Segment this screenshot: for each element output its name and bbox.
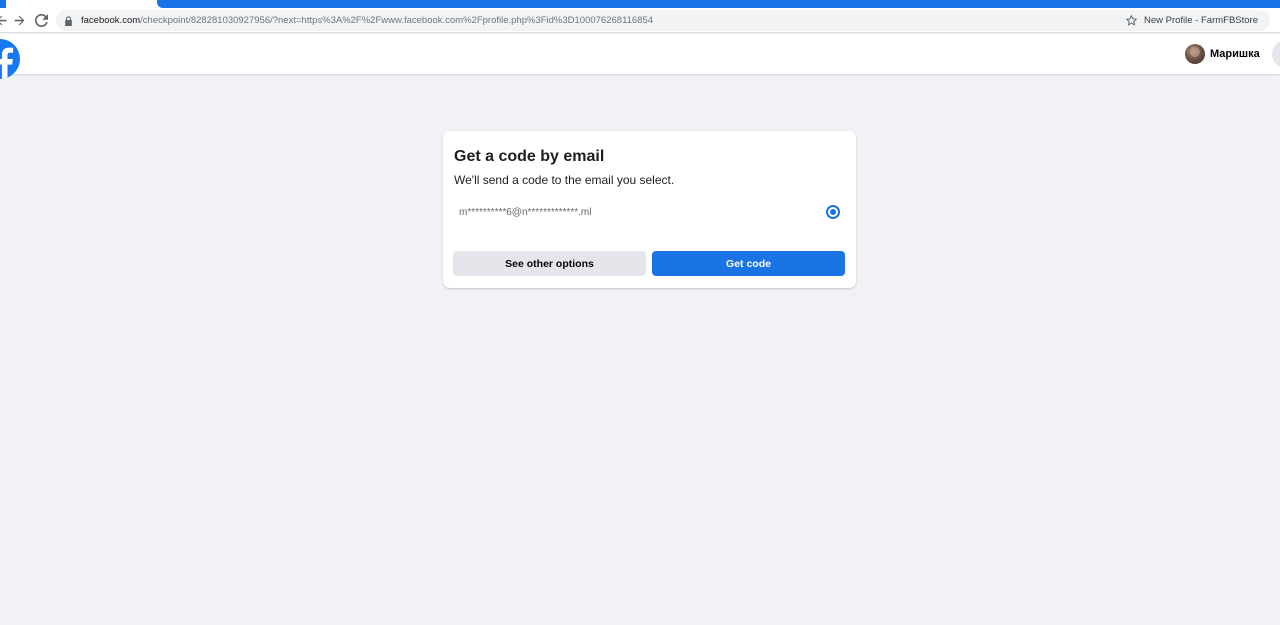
email-option[interactable]: m**********6@n*************.ml — [453, 199, 846, 225]
reload-button[interactable] — [32, 11, 50, 29]
browser-toolbar: facebook.com/checkpoint/828281030927956/… — [0, 8, 1280, 33]
header-menu-button[interactable] — [1272, 40, 1280, 68]
browser-tabstrip — [0, 0, 1280, 8]
star-icon[interactable] — [1125, 14, 1139, 28]
active-tab-edge[interactable] — [0, 0, 6, 8]
url-text[interactable]: facebook.com/checkpoint/828281030927956/… — [81, 15, 1125, 26]
arrow-left-icon — [0, 15, 6, 25]
inactive-tab-band[interactable] — [157, 0, 1280, 8]
avatar[interactable] — [1185, 44, 1205, 64]
url-path: /checkpoint/828281030927956/?next=https%… — [140, 15, 654, 26]
email-option-label: m**********6@n*************.ml — [459, 206, 592, 218]
get-code-button[interactable]: Get code — [652, 251, 845, 276]
url-host: facebook.com — [81, 15, 141, 26]
account-name[interactable]: Маришка — [1210, 48, 1260, 60]
facebook-header: Маришка — [0, 34, 1280, 79]
forward-button[interactable] — [10, 11, 28, 29]
radio-selected-dot — [830, 209, 836, 215]
lock-icon[interactable] — [64, 15, 74, 26]
reload-icon — [34, 13, 48, 27]
back-button[interactable] — [0, 11, 10, 29]
card-title: Get a code by email — [454, 148, 605, 165]
address-bar[interactable]: facebook.com/checkpoint/828281030927956/… — [56, 10, 1270, 31]
facebook-logo-icon[interactable] — [0, 39, 20, 79]
arrow-right-icon — [14, 15, 24, 25]
card-subtitle: We'll send a code to the email you selec… — [454, 173, 675, 187]
email-radio-button[interactable] — [826, 205, 840, 219]
account-menu[interactable]: Маришка — [1185, 43, 1260, 65]
verification-card: Get a code by email We'll send a code to… — [443, 131, 856, 288]
browser-profile-label[interactable]: New Profile - FarmFBStore — [1144, 15, 1258, 26]
see-other-options-button[interactable]: See other options — [453, 251, 646, 276]
